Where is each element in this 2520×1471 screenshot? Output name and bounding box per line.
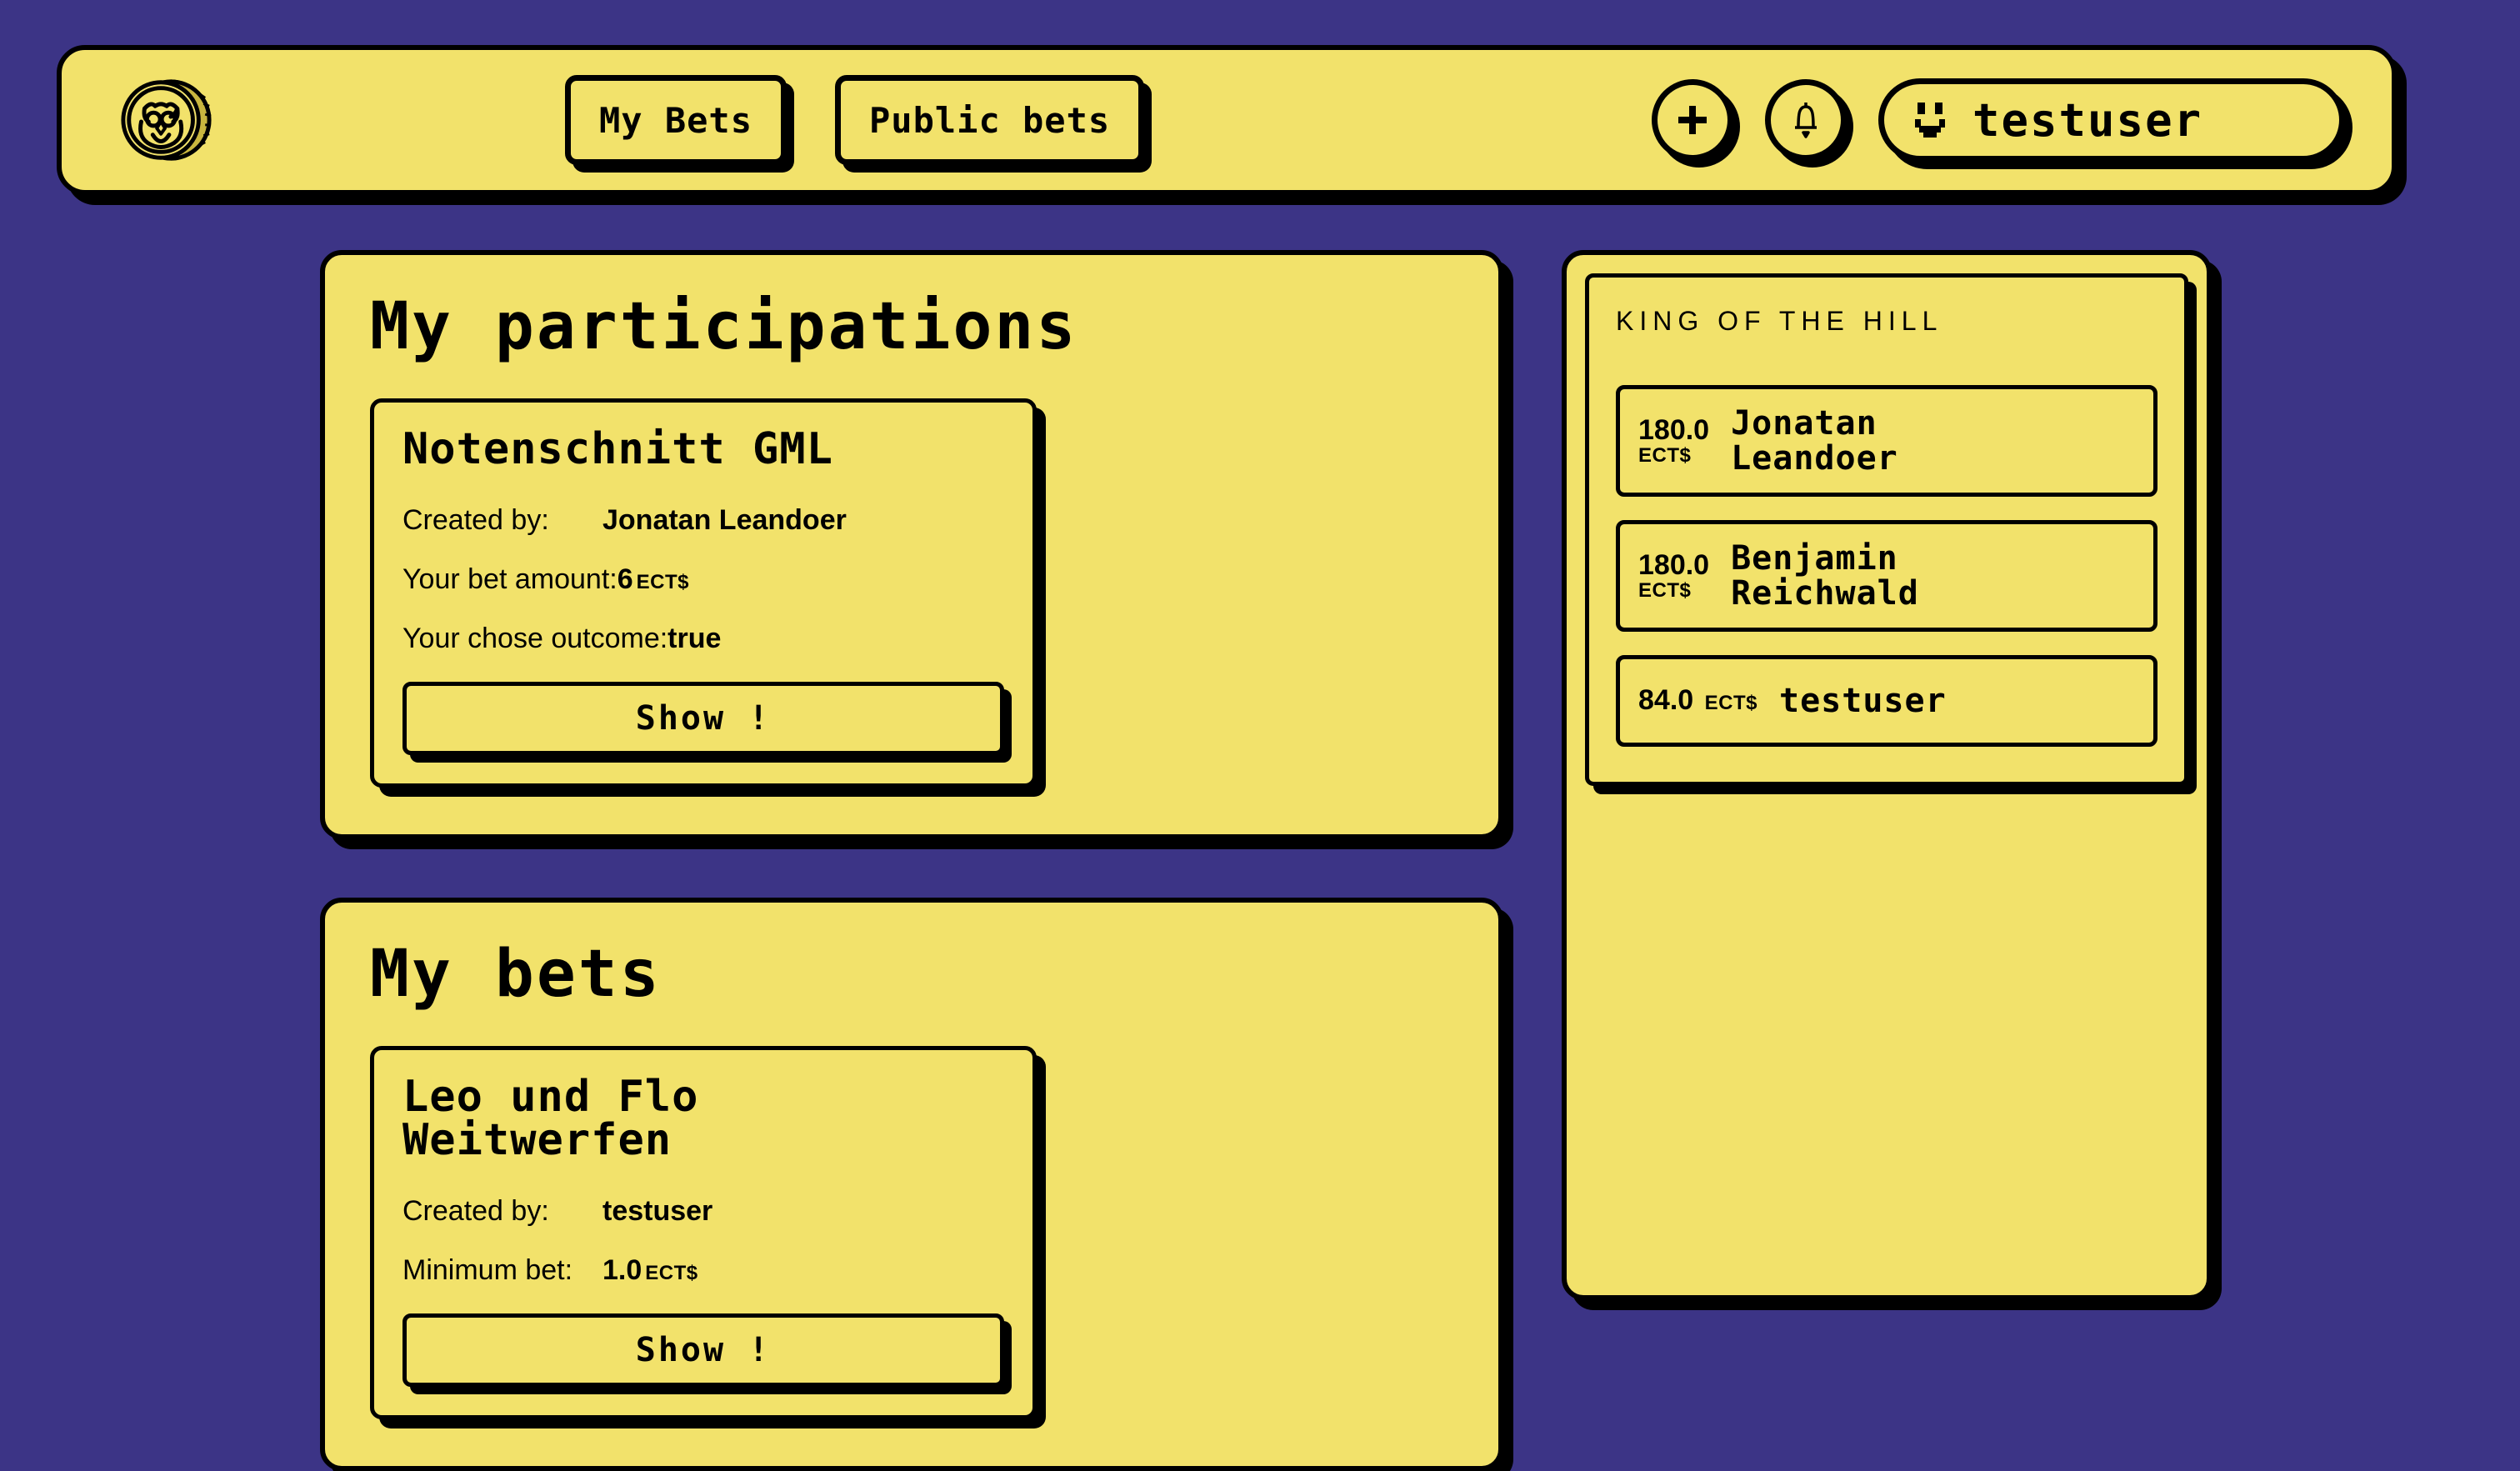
bet-detail-row: Created by: testuser xyxy=(402,1195,1004,1228)
my-bets-panel: My bets Leo und Flo Weitwerfen Created b… xyxy=(320,897,1503,1471)
nav-tab-my-bets[interactable]: My Bets xyxy=(565,75,788,165)
amount-value: 180.0 xyxy=(1638,548,1710,581)
chosen-outcome-value: true xyxy=(668,622,722,654)
notifications-button[interactable] xyxy=(1765,79,1847,161)
leaderboard: KING OF THE HILL 180.0 ECT$ Jonatan Lean… xyxy=(1585,273,2188,786)
currency-unit: ECT$ xyxy=(1638,579,1692,603)
leaderboard-player-name: Benjamin Reichwald xyxy=(1731,539,1919,613)
leaderboard-row[interactable]: 180.0 ECT$ Benjamin Reichwald xyxy=(1616,520,2158,632)
section-title: My bets xyxy=(370,936,662,1012)
created-by-value: testuser xyxy=(602,1194,713,1227)
amount-value: 180.0 xyxy=(1638,413,1710,446)
currency-unit: ECT$ xyxy=(636,570,689,593)
user-menu-button[interactable]: testuser xyxy=(1878,78,2345,162)
show-button[interactable]: Show ! xyxy=(402,681,1004,755)
currency-unit: ECT$ xyxy=(1638,444,1692,468)
bet-detail-row: Created by: Jonatan Leandoer xyxy=(402,504,1004,537)
bet-detail-row: Your bet amount: 6 ECT$ xyxy=(402,563,1004,596)
bet-title: Leo und Flo Weitwerfen xyxy=(402,1071,699,1165)
leaderboard-row[interactable]: 84.0 ECT$ testuser xyxy=(1616,655,2158,747)
created-by-label: Created by: xyxy=(402,503,549,536)
main-content: My participations Notenschnitt GML Creat… xyxy=(0,250,2520,1471)
currency-unit: ECT$ xyxy=(1704,692,1758,715)
bet-detail-row: Minimum bet: 1.0 ECT$ xyxy=(402,1254,1004,1287)
bet-amount-label: Your bet amount: xyxy=(402,563,618,595)
leaderboard-title: KING OF THE HILL xyxy=(1616,306,1943,336)
my-participations-panel: My participations Notenschnitt GML Creat… xyxy=(320,250,1503,839)
plus-icon xyxy=(1674,102,1711,138)
app-header: My Bets Public bets testuser xyxy=(57,45,2397,195)
left-column: My participations Notenschnitt GML Creat… xyxy=(320,250,1503,1471)
chosen-outcome-label: Your chose outcome: xyxy=(402,622,668,654)
amount-value: 84.0 xyxy=(1638,684,1694,717)
leaderboard-row[interactable]: 180.0 ECT$ Jonatan Leandoer xyxy=(1616,385,2158,497)
page-title: My participations xyxy=(370,289,1078,364)
leaderboard-amount: 180.0 ECT$ xyxy=(1638,548,1710,603)
bet-card[interactable]: Leo und Flo Weitwerfen Created by: testu… xyxy=(370,1045,1037,1419)
right-column: KING OF THE HILL 180.0 ECT$ Jonatan Lean… xyxy=(1562,250,2212,1425)
owl-coin-logo-icon[interactable] xyxy=(117,71,215,169)
leaderboard-amount: 84.0 ECT$ xyxy=(1638,684,1758,717)
leaderboard-player-name: Jonatan Leandoer xyxy=(1731,404,1898,478)
header-actions: testuser xyxy=(1652,78,2360,162)
participation-card[interactable]: Notenschnitt GML Created by: Jonatan Lea… xyxy=(370,398,1037,788)
king-of-the-hill-panel: KING OF THE HILL 180.0 ECT$ Jonatan Lean… xyxy=(1562,250,2212,1300)
bet-detail-row: Your chose outcome: true xyxy=(402,623,1004,655)
created-by-label: Created by: xyxy=(402,1194,549,1227)
minimum-bet-value: 1.0 xyxy=(602,1253,642,1286)
bell-icon xyxy=(1788,101,1823,139)
smiley-face-avatar-icon xyxy=(1911,99,1949,141)
currency-unit: ECT$ xyxy=(645,1261,698,1284)
leaderboard-amount: 180.0 ECT$ xyxy=(1638,413,1710,468)
bet-amount-value: 6 xyxy=(617,563,633,595)
created-by-value: Jonatan Leandoer xyxy=(602,503,847,536)
minimum-bet-label: Minimum bet: xyxy=(402,1253,573,1286)
username-label: testuser xyxy=(1972,93,2203,147)
create-bet-button[interactable] xyxy=(1652,79,1733,161)
header-nav: My Bets Public bets xyxy=(565,75,1145,165)
nav-tab-public-bets[interactable]: Public bets xyxy=(835,75,1145,165)
show-button[interactable]: Show ! xyxy=(402,1313,1004,1387)
leaderboard-player-name: testuser xyxy=(1779,682,1947,720)
bet-title: Notenschnitt GML xyxy=(402,423,833,474)
